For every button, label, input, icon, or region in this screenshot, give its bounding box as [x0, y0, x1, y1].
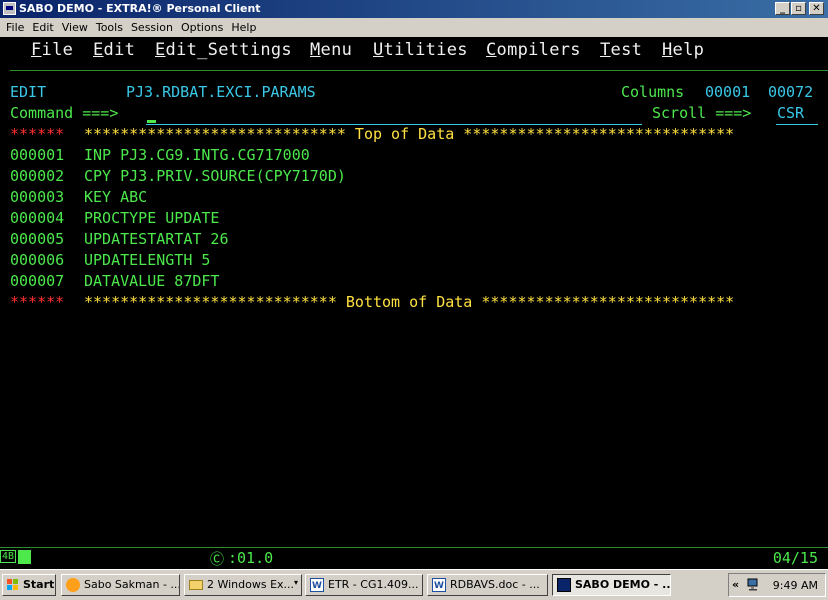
system-tray: « 9:49 AM: [728, 573, 826, 597]
scroll-label: Scroll ===>: [652, 104, 752, 122]
taskbar-clock[interactable]: 9:49 AM: [773, 579, 818, 592]
line-text[interactable]: UPDATELENGTH 5: [84, 250, 210, 271]
tray-expand-chevron[interactable]: «: [732, 578, 739, 591]
operator-status-line: 4B Ⓒ :01.0 04/15: [0, 547, 828, 570]
text-cursor: [147, 120, 156, 123]
line-text[interactable]: KEY ABC: [84, 187, 147, 208]
top-of-data-line: ***************************** Top of Dat…: [84, 125, 735, 143]
ispf-menu-file[interactable]: File: [31, 40, 73, 60]
menu-help[interactable]: Help: [227, 18, 260, 37]
columns-to: 00072: [768, 83, 814, 101]
ready-indicator: [18, 550, 31, 564]
start-button[interactable]: Start: [2, 574, 56, 596]
line-number[interactable]: 000005: [10, 229, 64, 250]
taskbar-button-windows-explorer[interactable]: 2 Windows Ex... ▾: [184, 574, 302, 596]
terminal-screen[interactable]: File Edit Edit_Settings Menu Utilities C…: [0, 37, 828, 547]
line-number[interactable]: 000004: [10, 208, 64, 229]
command-label: Command ===>: [10, 104, 119, 122]
maximize-button[interactable]: ▫: [791, 2, 806, 15]
menu-options[interactable]: Options: [177, 18, 227, 37]
ispf-menu-edit[interactable]: Edit: [93, 40, 135, 60]
folder-icon: [189, 580, 203, 590]
line-number[interactable]: 000006: [10, 250, 64, 271]
menu-edit[interactable]: Edit: [28, 18, 57, 37]
ispf-menu-test[interactable]: Test: [600, 40, 642, 60]
network-icon[interactable]: [747, 578, 761, 591]
line-number[interactable]: 000007: [10, 271, 64, 292]
response-time: :01.0: [228, 549, 274, 567]
taskbar-button-etr-doc[interactable]: W ETR - CG1.409...: [305, 574, 423, 596]
session-id-indicator: 4B: [0, 550, 17, 563]
dataset-name: PJ3.RDBAT.EXCI.PARAMS: [126, 83, 316, 101]
clock-icon: Ⓒ: [210, 552, 224, 568]
windows-taskbar: Start Sabo Sakman - ... 2 Windows Ex... …: [0, 569, 828, 600]
word-doc-icon: W: [432, 578, 446, 592]
menu-session[interactable]: Session: [127, 18, 177, 37]
columns-from: 00001: [705, 83, 751, 101]
menu-tools[interactable]: Tools: [92, 18, 127, 37]
scroll-amount-field[interactable]: CSR: [777, 103, 804, 124]
edit-mode-label: EDIT: [10, 83, 47, 101]
action-bar-divider: [10, 70, 828, 71]
line-text[interactable]: INP PJ3.CG9.INTG.CG717000: [84, 145, 310, 166]
chevron-down-icon: ▾: [293, 578, 298, 587]
top-marker-prefix: ******: [10, 125, 65, 143]
browser-icon: [66, 578, 80, 592]
bottom-of-data-line: **************************** Bottom of D…: [84, 293, 735, 311]
menu-bar: File Edit View Tools Session Options Help: [0, 18, 828, 37]
ispf-menu-menu[interactable]: Menu: [310, 40, 352, 60]
line-number[interactable]: 000003: [10, 187, 64, 208]
scroll-field-underline: [776, 124, 818, 125]
terminal-icon: [557, 578, 571, 592]
line-text[interactable]: CPY PJ3.PRIV.SOURCE(CPY7170D): [84, 166, 346, 187]
extra-app-icon[interactable]: [3, 2, 16, 15]
line-number[interactable]: 000002: [10, 166, 64, 187]
window-title: SABO DEMO - EXTRA!® Personal Client: [19, 2, 261, 15]
ispf-menu-compilers[interactable]: Compilers: [486, 40, 581, 60]
ispf-menu-edit-settings[interactable]: Edit_Settings: [155, 40, 292, 60]
windows-logo-icon: [7, 579, 19, 591]
bottom-marker-prefix: ******: [10, 293, 65, 311]
columns-label: Columns: [621, 83, 685, 101]
line-text[interactable]: PROCTYPE UPDATE: [84, 208, 219, 229]
window-title-bar[interactable]: SABO DEMO - EXTRA!® Personal Client _ ▫ …: [0, 0, 828, 18]
line-text[interactable]: DATAVALUE 87DFT: [84, 271, 219, 292]
minimize-button[interactable]: _: [775, 2, 790, 15]
cursor-position: 04/15: [772, 549, 818, 567]
word-doc-icon: W: [310, 578, 324, 592]
taskbar-button-sabo-sakman[interactable]: Sabo Sakman - ...: [61, 574, 180, 596]
line-text[interactable]: UPDATESTARTAT 26: [84, 229, 229, 250]
ispf-menu-utilities[interactable]: Utilities: [373, 40, 468, 60]
line-number[interactable]: 000001: [10, 145, 64, 166]
close-button[interactable]: ✕: [809, 2, 824, 15]
menu-view[interactable]: View: [58, 18, 92, 37]
ispf-menu-help[interactable]: Help: [662, 40, 704, 60]
menu-file[interactable]: File: [2, 18, 28, 37]
taskbar-button-rdbavs-doc[interactable]: W RDBAVS.doc - ...: [427, 574, 548, 596]
taskbar-button-sabo-demo[interactable]: SABO DEMO - ...: [552, 574, 671, 596]
